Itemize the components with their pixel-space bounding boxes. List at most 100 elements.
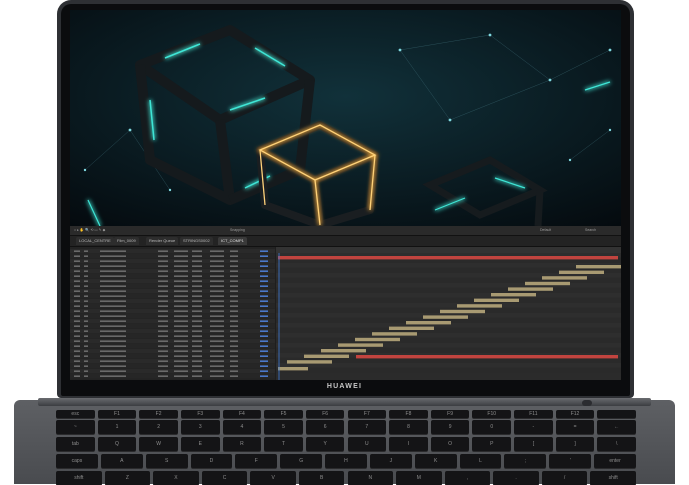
key-H[interactable]: H	[325, 454, 367, 468]
key-Y[interactable]: Y	[305, 437, 345, 451]
key-5[interactable]: 5	[264, 420, 303, 434]
key-1[interactable]: 1	[97, 420, 137, 434]
key-symbol[interactable]: /	[541, 471, 588, 485]
key-symbol[interactable]: -	[514, 420, 553, 434]
layer-bar[interactable]	[576, 265, 621, 269]
tab-2[interactable]: Render Queue	[146, 237, 179, 245]
layer-bar[interactable]	[406, 321, 451, 325]
layer-list-panel[interactable]	[70, 247, 275, 380]
key-3[interactable]: 3	[180, 420, 220, 434]
key-R[interactable]: R	[222, 437, 262, 451]
layer-bar[interactable]	[287, 360, 332, 364]
key-caps[interactable]: caps	[56, 454, 98, 468]
layer-bar[interactable]	[542, 276, 587, 280]
key-G[interactable]: G	[280, 454, 323, 468]
layer-bar[interactable]	[278, 367, 308, 371]
key-F4[interactable]: F4	[222, 410, 262, 418]
key-9[interactable]: 9	[430, 420, 470, 434]
layer-bar[interactable]	[525, 281, 570, 286]
key-F7[interactable]: F7	[347, 410, 387, 418]
layer-bar[interactable]	[355, 337, 400, 342]
key-symbol[interactable]: ,	[444, 471, 491, 485]
tool-icons[interactable]: ⌂ ▸ ✋ 🔍 ⟲ ▭ ✎ ◆	[74, 228, 105, 232]
key-symbol[interactable]: =	[555, 420, 595, 434]
key-B[interactable]: B	[298, 471, 345, 485]
search-label[interactable]: Search	[585, 228, 596, 232]
key-Q[interactable]: Q	[97, 437, 137, 451]
timeline-tracks[interactable]	[276, 253, 621, 380]
key-F8[interactable]: F8	[389, 410, 428, 418]
key-2[interactable]: 2	[139, 420, 178, 434]
layer-bar[interactable]	[423, 315, 468, 319]
key-F2[interactable]: F2	[139, 410, 178, 418]
key-Z[interactable]: Z	[104, 471, 151, 485]
key-E[interactable]: E	[180, 437, 220, 451]
key-blank[interactable]	[597, 410, 636, 418]
power-button[interactable]	[582, 400, 592, 406]
key-D[interactable]: D	[190, 454, 233, 468]
key-F10[interactable]: F10	[472, 410, 512, 418]
layer-bar[interactable]	[304, 354, 349, 358]
key-7[interactable]: 7	[347, 420, 387, 434]
layer-bar[interactable]	[440, 309, 485, 314]
key-L[interactable]: L	[459, 454, 502, 468]
key-F5[interactable]: F5	[264, 410, 303, 418]
key-symbol[interactable]: ;	[504, 454, 547, 468]
key-P[interactable]: P	[472, 437, 512, 451]
layer-bar-red[interactable]	[356, 355, 618, 359]
layer-bar[interactable]	[372, 332, 417, 336]
key-shift[interactable]: shift	[56, 471, 102, 485]
tab-1[interactable]: Film_0009	[114, 237, 139, 245]
key-F1[interactable]: F1	[97, 410, 137, 418]
key-J[interactable]: J	[369, 454, 412, 468]
key-F12[interactable]: F12	[555, 410, 595, 418]
key-O[interactable]: O	[430, 437, 470, 451]
tab-3[interactable]: STRINGS0002	[180, 237, 213, 245]
key-F11[interactable]: F11	[514, 410, 553, 418]
layer-bar[interactable]	[559, 270, 604, 274]
layer-bar[interactable]	[338, 343, 383, 347]
layer-bar[interactable]	[474, 298, 519, 302]
key-T[interactable]: T	[264, 437, 303, 451]
key-F[interactable]: F	[235, 454, 278, 468]
key-enter[interactable]: enter	[594, 454, 636, 468]
key-C[interactable]: C	[201, 471, 248, 485]
layer-bar[interactable]	[508, 287, 553, 291]
key-8[interactable]: 8	[389, 420, 428, 434]
snapping-label[interactable]: Snapping	[230, 228, 245, 232]
key-symbol[interactable]: ←	[597, 420, 636, 434]
key-esc[interactable]: esc	[56, 410, 95, 418]
key-I[interactable]: I	[389, 437, 428, 451]
key-symbol[interactable]: [	[514, 437, 553, 451]
key-0[interactable]: 0	[472, 420, 512, 434]
key-tab[interactable]: tab	[56, 437, 95, 451]
key-S[interactable]: S	[145, 454, 188, 468]
key-X[interactable]: X	[153, 471, 199, 485]
tab-4[interactable]: ICT_COMP1	[218, 237, 247, 245]
key-symbol[interactable]: '	[549, 454, 592, 468]
workspace-label[interactable]: Default	[540, 228, 551, 232]
key-F6[interactable]: F6	[305, 410, 345, 418]
key-symbol[interactable]: .	[493, 471, 539, 485]
key-W[interactable]: W	[139, 437, 178, 451]
key-K[interactable]: K	[414, 454, 457, 468]
key-A[interactable]: A	[100, 454, 143, 468]
tab-0[interactable]: LOCAL_CENTRE	[76, 237, 114, 245]
key-symbol[interactable]: ~	[56, 420, 95, 434]
layer-bar[interactable]	[389, 326, 434, 330]
key-F9[interactable]: F9	[430, 410, 470, 418]
layer-bar-red[interactable]	[278, 256, 618, 260]
layer-bar[interactable]	[491, 293, 536, 297]
key-shift[interactable]: shift	[590, 471, 636, 485]
layer-bar[interactable]	[457, 304, 502, 308]
key-N[interactable]: N	[347, 471, 394, 485]
key-4[interactable]: 4	[222, 420, 262, 434]
key-symbol[interactable]: ]	[555, 437, 595, 451]
key-M[interactable]: M	[396, 471, 442, 485]
timeline-panel[interactable]	[276, 247, 621, 380]
key-symbol[interactable]: \	[597, 437, 636, 451]
key-V[interactable]: V	[250, 471, 296, 485]
key-6[interactable]: 6	[305, 420, 345, 434]
layer-bar[interactable]	[321, 349, 366, 353]
key-F3[interactable]: F3	[180, 410, 220, 418]
